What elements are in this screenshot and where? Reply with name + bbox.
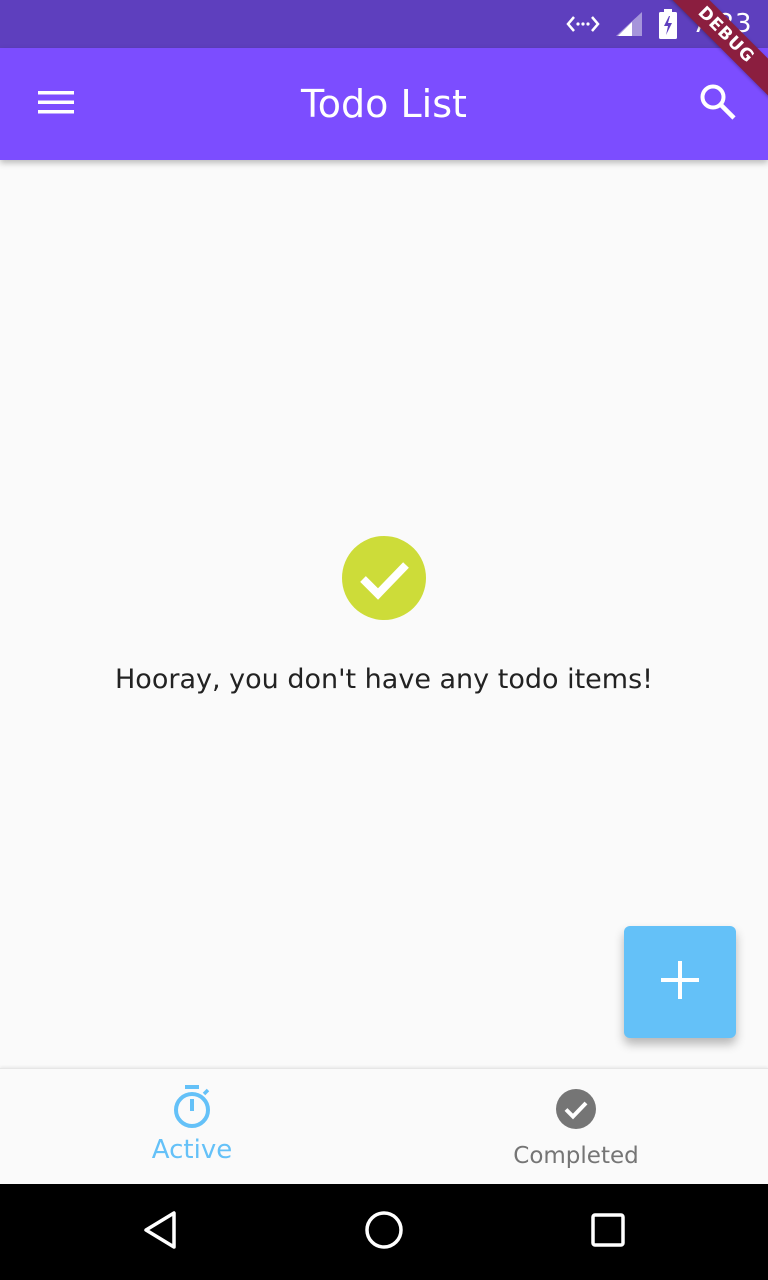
- empty-state-message: Hooray, you don't have any todo items!: [115, 664, 653, 695]
- app-bar: Todo List: [0, 48, 768, 160]
- system-navigation-bar: [0, 1184, 768, 1280]
- check-circle-icon: [342, 536, 426, 620]
- empty-state: Hooray, you don't have any todo items!: [0, 536, 768, 695]
- home-button[interactable]: [360, 1208, 408, 1256]
- data-transfer-icon: [565, 13, 600, 35]
- recents-icon: [590, 1212, 626, 1252]
- search-button[interactable]: [686, 76, 750, 132]
- tab-active[interactable]: Active: [0, 1069, 384, 1185]
- status-bar: 7:23: [0, 0, 768, 48]
- home-icon: [364, 1210, 404, 1254]
- battery-charging-icon: [658, 9, 678, 39]
- add-icon: [661, 961, 699, 1003]
- check-circle-icon: [556, 1089, 596, 1133]
- page-title: Todo List: [301, 82, 467, 126]
- tab-active-label: Active: [151, 1135, 233, 1165]
- timer-icon: [171, 1085, 213, 1133]
- recents-button[interactable]: [584, 1208, 632, 1256]
- status-icons: 7:23: [565, 0, 752, 48]
- tab-completed-label: Completed: [513, 1143, 639, 1169]
- back-button[interactable]: [136, 1208, 184, 1256]
- search-icon: [699, 83, 737, 125]
- back-icon: [142, 1210, 178, 1254]
- bottom-navigation: Active Completed: [0, 1068, 768, 1185]
- app-screen: 7:23 DEBUG Todo List Hooray, you don't h…: [0, 0, 768, 1280]
- cell-signal-icon: [614, 10, 644, 38]
- status-time: 7:23: [691, 9, 752, 39]
- add-todo-button[interactable]: [624, 926, 736, 1038]
- tab-completed[interactable]: Completed: [384, 1069, 768, 1185]
